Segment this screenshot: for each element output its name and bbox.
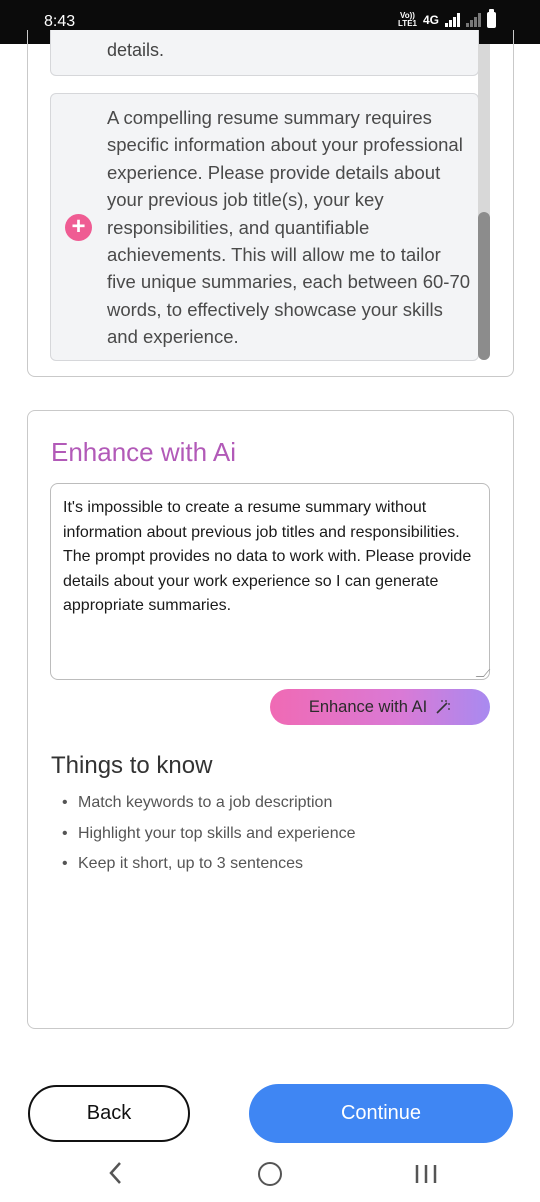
nav-back-icon[interactable] [104, 1159, 128, 1187]
status-time: 8:43 [44, 13, 76, 30]
list-item: Keep it short, up to 3 sentences [62, 853, 355, 884]
magic-wand-icon [436, 700, 451, 714]
things-to-know-title: Things to know [51, 752, 213, 779]
continue-button[interactable]: Continue [249, 1084, 513, 1143]
battery-icon [487, 9, 496, 28]
enhance-textarea[interactable]: It's impossible to create a resume summa… [50, 483, 491, 680]
volte-icon: Vo)) LTE1 [398, 12, 417, 28]
back-button[interactable]: Back [28, 1085, 190, 1142]
enhance-button-label: Enhance with AI [308, 697, 428, 716]
status-icons: Vo)) LTE1 4G [398, 9, 496, 28]
enhance-textarea-value[interactable]: It's impossible to create a resume summa… [63, 496, 483, 619]
enhance-title: Enhance with Ai [51, 437, 237, 467]
things-to-know-list: Match keywords to a job description High… [62, 792, 355, 884]
list-item: Highlight your top skills and experience [62, 823, 355, 854]
suggestion-item[interactable]: A compelling resume summary requires spe… [50, 93, 479, 361]
nav-recents-icon[interactable] [414, 1162, 438, 1186]
suggestion-text: A compelling resume summary requires spe… [107, 107, 471, 348]
enhance-with-ai-button[interactable]: Enhance with AI [270, 689, 490, 725]
plus-icon[interactable]: + [65, 214, 92, 241]
network-type: 4G [422, 13, 439, 27]
list-item: Match keywords to a job description [62, 792, 355, 823]
scrollbar-thumb[interactable] [478, 212, 490, 360]
nav-home-icon[interactable] [258, 1162, 282, 1186]
resize-grip-icon[interactable] [475, 669, 491, 677]
signal-icon-secondary [466, 13, 481, 27]
previous-suggestion[interactable]: details. [50, 30, 479, 76]
signal-icon [445, 13, 460, 27]
volte-bottom-label: LTE1 [398, 19, 417, 28]
previous-suggestion-text: details. [107, 40, 165, 60]
